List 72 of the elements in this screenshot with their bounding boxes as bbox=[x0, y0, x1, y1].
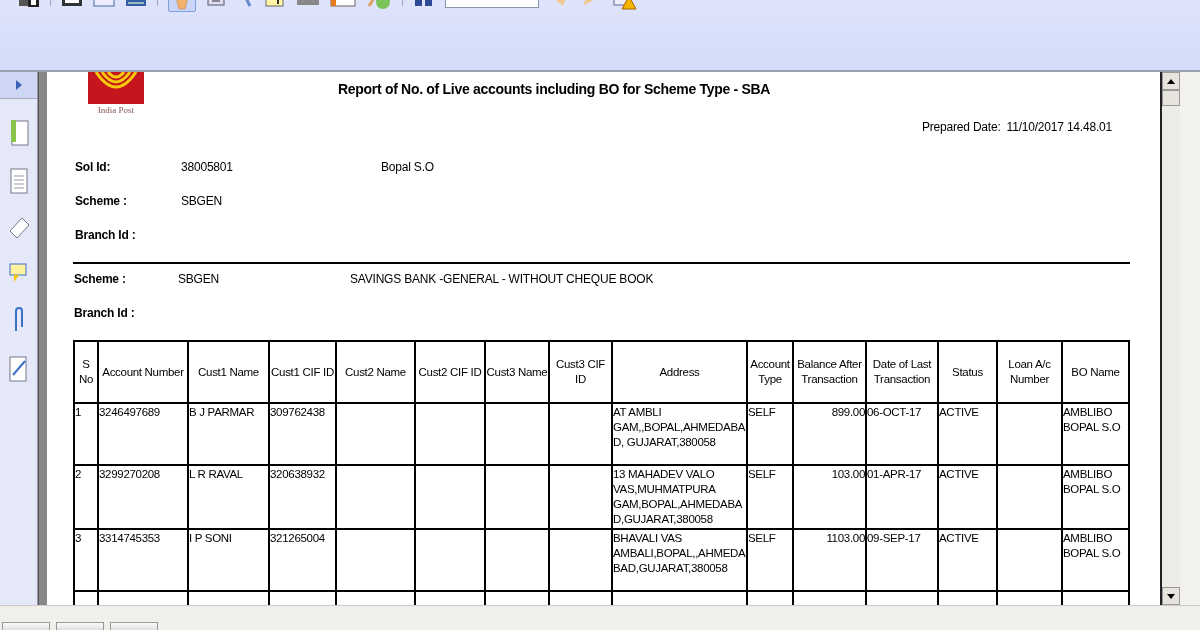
table-cell: 103.00 bbox=[793, 465, 866, 529]
column-header: BO Name bbox=[1062, 341, 1129, 403]
table-cell: AMBLIBO BOPAL S.O bbox=[1062, 403, 1129, 465]
table-cell: 01-APR-17 bbox=[866, 465, 938, 529]
column-header: Account Type bbox=[747, 341, 793, 403]
column-header: Account Number bbox=[98, 341, 188, 403]
down-arrow-icon bbox=[1167, 593, 1175, 599]
scroll-thumb[interactable] bbox=[1162, 90, 1180, 106]
logo-caption: India Post bbox=[97, 105, 135, 115]
column-header: Cust2 CIF ID bbox=[415, 341, 485, 403]
logo bbox=[88, 72, 144, 104]
column-header: Cust1 CIF ID bbox=[269, 341, 336, 403]
expand-arrow-icon[interactable] bbox=[15, 80, 22, 90]
table-cell: 1103.00 bbox=[793, 529, 866, 591]
table-cell: 13 MAHADEV VALO VAS,MUHMATPURA GAM,BOPAL,AHMEDABAD,GUJARAT,380058 bbox=[612, 465, 747, 529]
footer-button[interactable] bbox=[110, 622, 158, 630]
prepared-date: 11/10/2017 14.48.01 bbox=[1006, 120, 1112, 136]
field-value: SAVINGS BANK -GENERAL - WITHOUT CHEQUE BOOK bbox=[350, 272, 655, 288]
field-label: Branch Id : bbox=[74, 306, 136, 322]
column-header: Date of Last Transaction bbox=[866, 341, 938, 403]
column-header: Cust3 CIF ID bbox=[549, 341, 612, 403]
table-cell: B J PARMAR bbox=[188, 403, 269, 465]
table-cell: ACTIVE bbox=[938, 403, 997, 465]
table-cell: ACTIVE bbox=[938, 529, 997, 591]
field-label: Scheme : bbox=[75, 194, 128, 210]
column-header: Status bbox=[938, 341, 997, 403]
table-cell: 309762438 bbox=[269, 403, 336, 465]
table-cell: SELF bbox=[747, 465, 793, 529]
signature-icon[interactable] bbox=[7, 355, 30, 383]
column-header: Loan A/c Number bbox=[997, 341, 1062, 403]
table-cell: 321265004 bbox=[269, 529, 336, 591]
column-header: Cust3 Name bbox=[485, 341, 549, 403]
table-cell: 3314745353 bbox=[98, 529, 188, 591]
table-cell: L R RAVAL bbox=[188, 465, 269, 529]
page-icon[interactable] bbox=[8, 167, 29, 195]
field-value: SBGEN bbox=[181, 194, 223, 210]
table-cell: 899.00 bbox=[793, 403, 866, 465]
table-cell: BHAVALI VAS AMBALI,BOPAL,,AHMEDABAD,GUJARAT,380058 bbox=[612, 529, 747, 591]
field-label: Branch Id : bbox=[75, 228, 137, 244]
footer-button[interactable] bbox=[56, 622, 104, 630]
field-value: SBGEN bbox=[178, 272, 220, 288]
table-cell: 320638932 bbox=[269, 465, 336, 529]
table-cell: SELF bbox=[747, 403, 793, 465]
table-cell: ACTIVE bbox=[938, 465, 997, 529]
scroll-up-button[interactable] bbox=[1162, 72, 1180, 90]
table-cell: I P SONI bbox=[188, 529, 269, 591]
field-label: Sol Id: bbox=[75, 160, 112, 176]
table-cell: 2 bbox=[74, 465, 98, 529]
table-cell: 06-OCT-17 bbox=[866, 403, 938, 465]
footer-button[interactable] bbox=[2, 622, 50, 630]
column-header: Balance After Transaction bbox=[793, 341, 866, 403]
up-arrow-icon bbox=[1167, 78, 1175, 84]
table-cell: 3246497689 bbox=[98, 403, 188, 465]
table-cell: 3 bbox=[74, 529, 98, 591]
field-value: 38005801 bbox=[181, 160, 234, 176]
field-label: Scheme : bbox=[74, 272, 127, 288]
field-value: Bopal S.O bbox=[381, 160, 435, 176]
scroll-down-button[interactable] bbox=[1162, 587, 1180, 605]
prepared-date-label: Prepared Date: bbox=[922, 120, 1001, 136]
bookmark-page-icon[interactable] bbox=[8, 119, 29, 147]
table-cell: SELF bbox=[747, 529, 793, 591]
column-header: S No bbox=[74, 341, 98, 403]
table-cell: 1 bbox=[74, 403, 98, 465]
table-cell: AMBLIBO BOPAL S.O bbox=[1062, 529, 1129, 591]
column-header: Cust2 Name bbox=[336, 341, 415, 403]
column-header: Address bbox=[612, 341, 747, 403]
table-cell: 09-SEP-17 bbox=[866, 529, 938, 591]
column-header: Cust1 Name bbox=[188, 341, 269, 403]
table-cell: AMBLIBO BOPAL S.O bbox=[1062, 465, 1129, 529]
table-cell: 3299270208 bbox=[98, 465, 188, 529]
table-cell: AT AMBLI GAM,,BOPAL,AHMEDABAD, GUJARAT,380058 bbox=[612, 403, 747, 465]
report-title: Report of No. of Live accounts including BO for Scheme Type - SBA bbox=[338, 81, 771, 99]
